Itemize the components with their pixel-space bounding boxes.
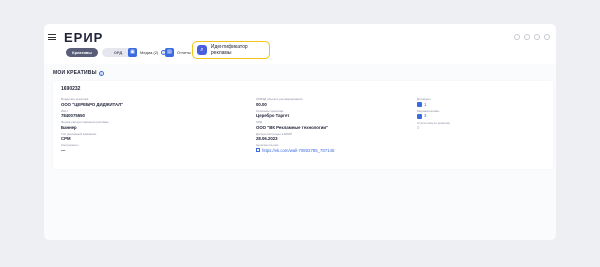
help-icon[interactable] <box>534 34 540 40</box>
tab-creatives[interactable]: Креативы <box>66 48 98 57</box>
media-icon: ▣ <box>128 48 137 57</box>
field-statistics: Статистика по креативу 0 <box>417 121 497 131</box>
reports-button[interactable]: ▤ Отчеты <box>165 48 191 57</box>
top-bar: ЕРИР Креативы ОРД ▣ Медиа (2) i ▤ Отчеты… <box>44 24 556 64</box>
field-media-creatives: Медиакреативы 3 <box>417 109 497 119</box>
field-registration-date: Дата регистрации в ЕРИР 28.06.2023 <box>256 132 416 141</box>
image-icon <box>417 113 422 119</box>
field-value-link[interactable]: https://vk.com/wall-70802785_787145 <box>256 148 416 153</box>
field-link-chain: Цепочка ссылок https://vk.com/wall-70802… <box>256 143 416 153</box>
creative-details-right: Договоры 1 Медиакреативы 3 Статистика по… <box>417 97 497 133</box>
media-button[interactable]: ▣ Медиа (2) i <box>128 48 167 57</box>
reports-label: Отчеты <box>177 50 191 55</box>
field-description: Описание креатива Церебро Таргет <box>256 109 416 118</box>
tab-bar: Креативы ОРД <box>66 48 134 57</box>
field-value: ООО "ЦЕРЕБРО ДИДЖИТАЛ" <box>61 101 124 107</box>
header-actions <box>514 34 550 40</box>
field-value: — <box>61 147 66 153</box>
app-logo[interactable]: ЕРИР <box>64 30 103 45</box>
field-okved: ОКВЭД объекта рекламирования 00.00 <box>256 97 416 107</box>
field-value: CPM <box>61 136 71 141</box>
field-ord: ОРД ООО "ВК Рекламные технологии" <box>256 120 416 130</box>
creative-details-left: Владелец креатива ООО "ЦЕРЕБРО ДИДЖИТАЛ"… <box>61 97 241 156</box>
field-value: 0 <box>417 125 420 131</box>
contracts-link[interactable]: 1 <box>417 102 497 107</box>
media-creatives-link[interactable]: 3 <box>417 113 497 119</box>
field-value: 1 <box>424 101 427 107</box>
field-value: 28.06.2023 <box>256 136 278 141</box>
creative-card[interactable]: 1690232 Владелец креатива ООО "ЦЕРЕБРО Д… <box>53 81 553 169</box>
field-value: 3 <box>424 113 427 119</box>
field-value: Баннер <box>61 124 77 130</box>
external-link-icon <box>256 148 260 153</box>
field-value: 00.00 <box>256 101 267 107</box>
field-counterparties: Контрагенты — <box>61 143 241 153</box>
settings-icon[interactable] <box>524 34 530 40</box>
field-inn: ИНН 7840075550 <box>61 109 241 118</box>
ad-identifier-label: Идентификатор рекламы <box>210 44 248 56</box>
menu-icon[interactable] <box>48 34 56 40</box>
field-campaign-type: Тип рекламной кампании CPM <box>61 132 241 141</box>
search-icon: ⌕ <box>197 45 207 55</box>
creative-id: 1690232 <box>61 86 81 92</box>
ad-identifier-button[interactable]: ⌕ Идентификатор рекламы <box>192 41 270 59</box>
report-icon: ▤ <box>165 48 174 57</box>
user-icon[interactable] <box>544 34 550 40</box>
creative-details-middle: ОКВЭД объекта рекламирования 00.00 Описа… <box>256 97 416 156</box>
document-icon <box>417 101 422 107</box>
notification-icon[interactable] <box>514 34 520 40</box>
app-window: ЕРИР Креативы ОРД ▣ Медиа (2) i ▤ Отчеты… <box>44 24 556 240</box>
media-label: Медиа (2) <box>140 50 159 55</box>
field-form: Форма распространения рекламы Баннер <box>61 120 241 130</box>
field-value: Церебро Таргет <box>256 113 290 118</box>
field-value: 7840075550 <box>61 113 85 118</box>
link-text[interactable]: https://vk.com/wall-70802785_787145 <box>262 148 334 153</box>
info-icon[interactable]: i <box>98 70 104 76</box>
field-contracts: Договоры 1 <box>417 97 497 107</box>
field-owner: Владелец креатива ООО "ЦЕРЕБРО ДИДЖИТАЛ" <box>61 97 241 107</box>
section-title: МОИ КРЕАТИВЫ i <box>53 70 104 76</box>
field-value: ООО "ВК Рекламные технологии" <box>256 124 329 130</box>
section-title-text: МОИ КРЕАТИВЫ <box>53 70 97 76</box>
